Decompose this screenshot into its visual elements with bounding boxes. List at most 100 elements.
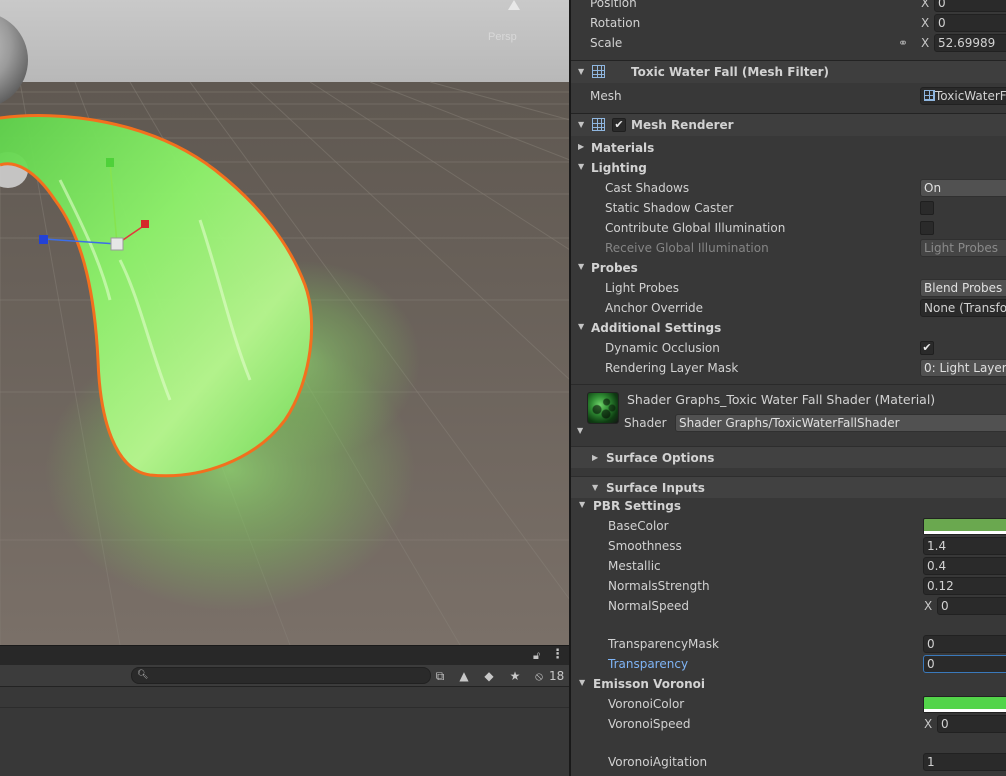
materials-foldout[interactable]: ▶ Materials xyxy=(571,138,1006,158)
emission-voronoi-label: Emisson Voronoi xyxy=(593,677,706,691)
search-input[interactable] xyxy=(150,668,425,683)
kebab-menu-icon[interactable]: ⋮ xyxy=(551,648,564,662)
voronoi-agitation-field[interactable]: 1 xyxy=(923,753,1006,771)
mesh-renderer-title: Mesh Renderer xyxy=(631,118,734,132)
mesh-filter-header[interactable]: ▼ Toxic Water Fall (Mesh Filter) xyxy=(571,60,1006,83)
rotation-x-field[interactable]: 0 xyxy=(934,14,1006,32)
normal-speed-x-axis: X xyxy=(924,599,933,613)
label-tag-icon[interactable]: ◆ xyxy=(480,667,498,685)
voronoi-color-label: VoronoiColor xyxy=(608,697,685,711)
mesh-renderer-foldout-icon[interactable]: ▼ xyxy=(578,120,584,129)
rendering-layer-mask-dropdown[interactable]: 0: Light Layer d xyxy=(920,359,1006,377)
position-row: Position X 0 xyxy=(571,0,1006,13)
dynamic-occlusion-label: Dynamic Occlusion xyxy=(605,341,720,355)
position-x-axis: X xyxy=(921,0,930,10)
static-shadow-caster-checkbox[interactable] xyxy=(920,201,934,215)
mesh-label: Mesh xyxy=(590,89,622,103)
lighting-foldout-icon[interactable]: ▼ xyxy=(578,162,584,171)
transparency-mask-label: TransparencyMask xyxy=(608,637,719,651)
transparency-field[interactable]: 0 xyxy=(923,655,1006,673)
voronoi-speed-label: VoronoiSpeed xyxy=(608,717,691,731)
lock-icon[interactable]: 🔓︎ xyxy=(533,650,543,662)
voronoi-speed-x-field[interactable]: 0 xyxy=(937,715,1006,733)
surface-options-section[interactable]: ▶ Surface Options xyxy=(571,446,1006,468)
normal-speed-x-field[interactable]: 0 xyxy=(937,597,1006,615)
material-header[interactable]: Shader Graphs_Toxic Water Fall Shader (M… xyxy=(571,389,1006,409)
filter-by-type-icon[interactable]: ▲ xyxy=(455,667,473,685)
static-shadow-caster-row: Static Shadow Caster xyxy=(571,198,1006,218)
normals-strength-field[interactable]: 0.12 xyxy=(923,577,1006,595)
metallic-field[interactable]: 0.4 xyxy=(923,557,1006,575)
light-probes-dropdown[interactable]: Blend Probes xyxy=(920,279,1006,297)
mesh-value: ToxicWaterF xyxy=(935,89,1006,103)
hidden-eye-icon[interactable]: ⦸ xyxy=(530,667,548,685)
constrain-proportions-icon[interactable]: ⚭ xyxy=(898,36,908,50)
camera-projection-label[interactable]: Persp xyxy=(488,31,517,43)
normal-speed-row: NormalSpeed X 0 xyxy=(571,596,1006,616)
cast-shadows-dropdown[interactable]: On xyxy=(920,179,1006,197)
contribute-gi-checkbox[interactable] xyxy=(920,221,934,235)
search-icon: 🔍︎ xyxy=(137,670,149,680)
voronoi-agitation-row: VoronoiAgitation 1 xyxy=(571,752,1006,772)
panel-toolbar: 🔍︎ ⧉ ▲ ◆ ★ ⦸ 18 xyxy=(0,665,570,687)
surface-options-foldout-icon[interactable]: ▶ xyxy=(592,453,598,462)
probes-foldout[interactable]: ▼ Probes xyxy=(571,258,1006,278)
mesh-asset-icon xyxy=(924,90,935,101)
emission-voronoi-foldout-icon[interactable]: ▼ xyxy=(579,678,585,687)
pbr-settings-label: PBR Settings xyxy=(593,499,682,513)
scene-view[interactable]: Persp xyxy=(0,0,570,645)
probes-foldout-icon[interactable]: ▼ xyxy=(578,262,584,271)
cast-shadows-label: Cast Shadows xyxy=(605,181,690,195)
position-label: Position xyxy=(590,0,637,10)
mesh-filter-title: Toxic Water Fall (Mesh Filter) xyxy=(631,65,829,79)
search-field[interactable]: 🔍︎ xyxy=(131,667,431,684)
shader-row: Shader Shader Graphs/ToxicWaterFallShade… xyxy=(571,413,1006,433)
lighting-foldout[interactable]: ▼ Lighting xyxy=(571,158,1006,178)
hidden-count: 18 xyxy=(549,669,565,683)
material-title: Shader Graphs_Toxic Water Fall Shader (M… xyxy=(627,392,936,407)
pbr-settings-foldout-icon[interactable]: ▼ xyxy=(579,500,585,509)
rotation-label: Rotation xyxy=(590,16,641,30)
scene-canvas[interactable] xyxy=(0,0,570,645)
position-x-field[interactable]: 0 xyxy=(934,0,1006,12)
smoothness-row: Smoothness 1.4 xyxy=(571,536,1006,556)
search-by-type-icon[interactable]: ⧉ xyxy=(431,667,449,685)
dynamic-occlusion-row: Dynamic Occlusion ✔ xyxy=(571,338,1006,358)
inspector-panel: Position X 0 Rotation X 0 Scale ⚭ X 52.6… xyxy=(571,0,1006,776)
metallic-label: Mestallic xyxy=(608,559,661,573)
materials-label: Materials xyxy=(591,141,655,155)
materials-foldout-icon[interactable]: ▶ xyxy=(578,142,584,151)
anchor-override-field[interactable]: None (Transfor xyxy=(920,299,1006,317)
light-probes-row: Light Probes Blend Probes xyxy=(571,278,1006,298)
transparency-mask-row: TransparencyMask 0 xyxy=(571,634,1006,654)
normal-speed-label: NormalSpeed xyxy=(608,599,690,613)
voronoi-color-swatch[interactable] xyxy=(923,696,1006,713)
transparency-mask-field[interactable]: 0 xyxy=(923,635,1006,653)
additional-settings-foldout-icon[interactable]: ▼ xyxy=(578,322,584,331)
mesh-renderer-enabled-checkbox[interactable]: ✔ xyxy=(612,118,626,132)
transparency-label: Transparency xyxy=(608,657,689,671)
dynamic-occlusion-checkbox[interactable]: ✔ xyxy=(920,341,934,355)
shader-dropdown[interactable]: Shader Graphs/ToxicWaterFallShader xyxy=(675,414,1006,432)
emission-voronoi-foldout[interactable]: ▼ Emisson Voronoi xyxy=(571,674,1006,694)
static-shadow-caster-label: Static Shadow Caster xyxy=(605,201,734,215)
base-color-swatch[interactable] xyxy=(923,518,1006,535)
smoothness-field[interactable]: 1.4 xyxy=(923,537,1006,555)
material-foldout-icon[interactable]: ▼ xyxy=(577,426,583,435)
additional-settings-foldout[interactable]: ▼ Additional Settings xyxy=(571,318,1006,338)
surface-inputs-section[interactable]: ▼ Surface Inputs xyxy=(571,476,1006,498)
mesh-row: Mesh ToxicWaterF xyxy=(571,86,1006,106)
panel-tab-bar: 🔓︎ ⋮ xyxy=(0,645,570,665)
surface-inputs-foldout-icon[interactable]: ▼ xyxy=(592,483,598,492)
rotation-row: Rotation X 0 xyxy=(571,13,1006,33)
favorite-star-icon[interactable]: ★ xyxy=(506,667,524,685)
pbr-settings-foldout[interactable]: ▼ PBR Settings xyxy=(571,496,1006,516)
scale-label: Scale xyxy=(590,36,623,50)
scale-x-field[interactable]: 52.69989 xyxy=(934,34,1006,52)
normals-strength-row: NormalsStrength 0.12 xyxy=(571,576,1006,596)
mesh-renderer-header[interactable]: ▼ ✔ Mesh Renderer xyxy=(571,113,1006,136)
mesh-object-field[interactable]: ToxicWaterF xyxy=(920,87,1006,105)
rotation-x-axis: X xyxy=(921,16,930,30)
anchor-override-label: Anchor Override xyxy=(605,301,704,315)
mesh-filter-foldout-icon[interactable]: ▼ xyxy=(578,67,584,76)
